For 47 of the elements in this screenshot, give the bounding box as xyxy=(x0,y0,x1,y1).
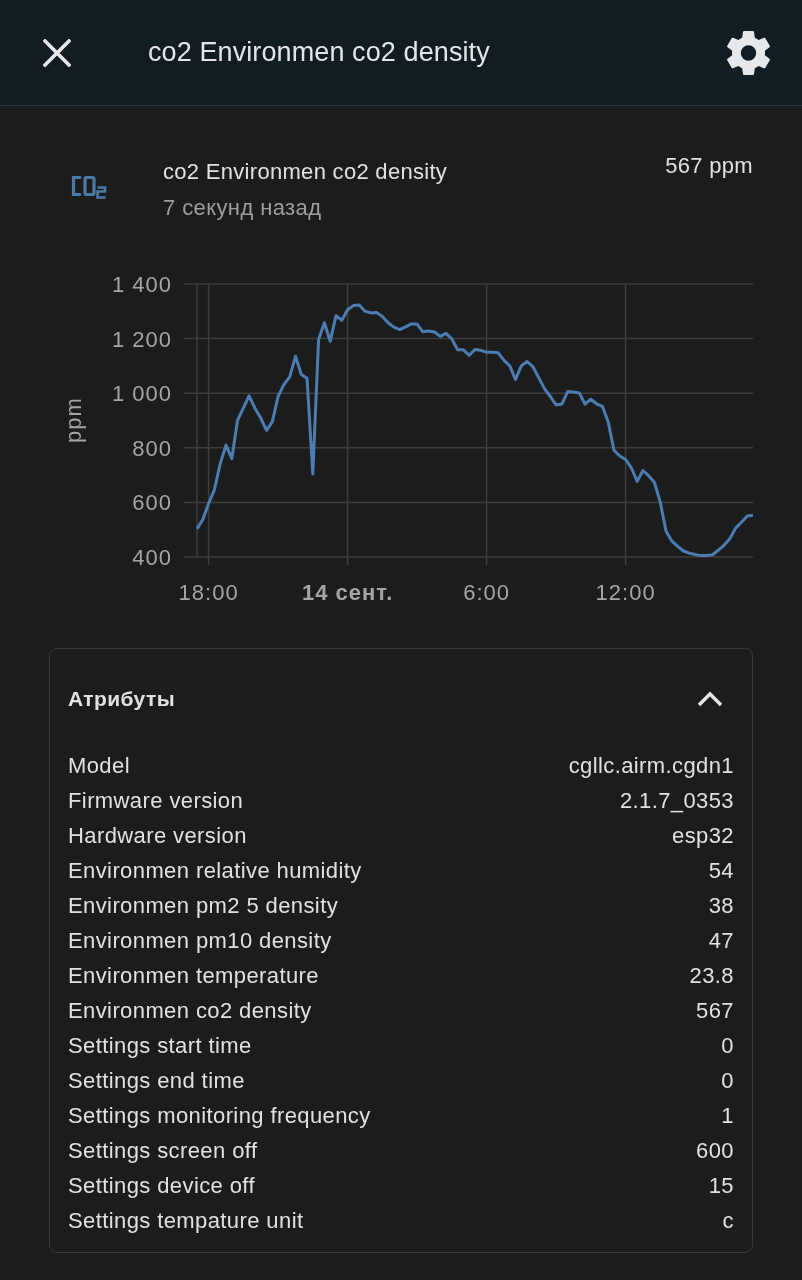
attribute-value: 0 xyxy=(721,1067,734,1094)
attribute-name: Settings end time xyxy=(68,1067,245,1094)
last-changed-time: 7 секунд назад xyxy=(163,194,323,222)
y-tick-label: 400 xyxy=(132,545,172,570)
attribute-value: 2.1.7_0353 xyxy=(619,787,734,814)
attribute-name: Environmen co2 density xyxy=(68,997,312,1024)
attribute-name: Environmen pm10 density xyxy=(68,927,332,954)
attribute-value: 23.8 xyxy=(689,962,734,989)
attribute-name: Settings monitoring frequency xyxy=(68,1102,371,1129)
attribute-value: 47 xyxy=(708,927,734,954)
attribute-value: 600 xyxy=(696,1137,734,1164)
attribute-name: Environmen relative humidity xyxy=(68,857,362,884)
attribute-value: 54 xyxy=(708,857,734,884)
attribute-name: Firmware version xyxy=(68,787,244,814)
close-icon[interactable] xyxy=(43,38,71,67)
attribute-name: Settings start time xyxy=(68,1032,252,1059)
attribute-value: cgllc.airm.cgdn1 xyxy=(568,752,734,779)
attribute-value: 38 xyxy=(708,892,734,919)
settings-icon[interactable] xyxy=(727,30,770,75)
x-tick-label: 12:00 xyxy=(595,580,656,606)
attribute-name: Environmen pm2 5 density xyxy=(68,892,339,919)
y-axis-label: ppm xyxy=(61,397,86,443)
y-tick-label: 1 200 xyxy=(111,326,172,352)
attribute-name: Settings device off xyxy=(68,1172,255,1199)
y-tick-label: 1 000 xyxy=(111,381,172,407)
attribute-name: Hardware version xyxy=(68,822,247,849)
y-tick-label: 1 400 xyxy=(111,272,172,297)
attribute-value: 15 xyxy=(708,1172,734,1199)
attribute-value: 567 xyxy=(696,997,734,1024)
entity-name: co2 Environmen co2 density xyxy=(163,158,449,186)
sensor-reading: 567 ppm xyxy=(665,152,753,180)
attribute-name: Settings screen off xyxy=(68,1137,258,1164)
y-tick-label: 600 xyxy=(132,490,172,516)
x-tick-label: 18:00 xyxy=(178,580,239,606)
attribute-value: c xyxy=(722,1207,734,1234)
attribute-value: esp32 xyxy=(672,822,734,849)
attribute-name: Settings tempature unit xyxy=(68,1207,304,1234)
attribute-name: Environmen temperature xyxy=(68,962,319,989)
x-tick-label: 6:00 xyxy=(463,580,510,606)
y-tick-label: 800 xyxy=(132,435,172,461)
x-tick-label: 14 сент. xyxy=(301,580,394,606)
attribute-value: 0 xyxy=(721,1032,734,1059)
attributes-heading: Атрибуты xyxy=(68,686,175,711)
attribute-value: 1 xyxy=(721,1102,734,1129)
chevron-up-icon[interactable] xyxy=(697,690,723,707)
attribute-name: Model xyxy=(68,752,130,779)
dialog-title: co2 Environmen co2 density xyxy=(148,37,491,68)
